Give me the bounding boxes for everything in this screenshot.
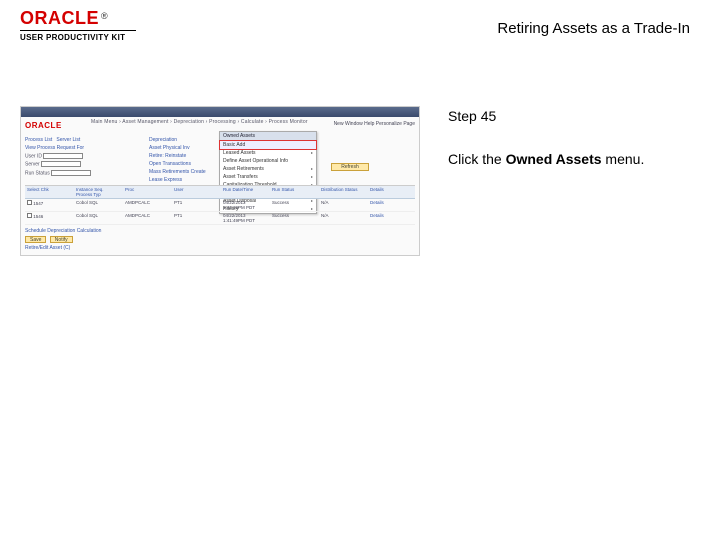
tn-menu-item: Define Asset Operational Info [223, 158, 288, 164]
registered-mark: ® [101, 11, 108, 21]
tn-td: Success [272, 200, 315, 210]
step-label: Step 45 [448, 106, 668, 127]
instruction-text: Click the Owned Assets menu. [448, 149, 668, 170]
tn-req-link: Retire/Edit Asset (C) [25, 245, 101, 251]
page-header: ORACLE® USER PRODUCTIVITY KIT Retiring A… [0, 0, 720, 46]
tn-mid-item: Asset Physical Inv [149, 145, 219, 151]
tn-menu-item: Leased Assets [223, 150, 256, 156]
tn-mid-item: Retire: Reinstate [149, 153, 219, 159]
tn-td: Details [370, 200, 413, 210]
tn-refresh-button: Refresh [331, 163, 369, 171]
instruction-suffix: menu. [602, 151, 645, 167]
tn-server-list: Server List [56, 137, 80, 143]
tn-td: N/A [321, 213, 364, 223]
tn-td: PT1 [174, 200, 217, 210]
tn-th: Select Chk [27, 187, 70, 197]
tn-td: Details [370, 213, 413, 223]
tn-oracle-logo: ORACLE [25, 121, 62, 130]
tn-user-id-label: User ID [25, 153, 42, 159]
tn-td: AMDPCALC [125, 200, 168, 210]
tn-user-input [43, 153, 83, 159]
document-title: Retiring Assets as a Trade-In [497, 8, 700, 37]
tn-mid-item: Mass Retirements Create [149, 169, 219, 175]
screenshot-thumbnail: ORACLE Main Menu › Asset Management › De… [20, 106, 420, 256]
tn-mid-item: Lease Express [149, 177, 219, 183]
tn-td: PT1 [174, 213, 217, 223]
tn-top-links: New Window Help Personalize Page [334, 121, 415, 127]
tn-td: Cobol SQL [76, 213, 119, 223]
tn-td: 04/22/2013 1:43:29PM PDT [223, 200, 266, 210]
tn-th: Instance Seq. Process Typ [76, 187, 119, 197]
tn-th: Details [370, 187, 413, 197]
tn-save-button: Save [25, 236, 46, 243]
tn-th: User [174, 187, 217, 197]
tn-view-req: View Process Request For [25, 145, 145, 151]
tn-td: AMDPCALC [125, 213, 168, 223]
tn-td: Success [272, 213, 315, 223]
tn-mid-item: Open Transactions [149, 161, 219, 167]
logo-block: ORACLE® USER PRODUCTIVITY KIT [20, 8, 136, 42]
tn-results-table: Select Chk Instance Seq. Process Typ Pro… [25, 185, 415, 225]
instruction-prefix: Click the [448, 151, 506, 167]
tn-server-input [41, 161, 81, 167]
tn-sched-link: Schedule Depreciation Calculation [25, 228, 101, 234]
tn-th: Run Date/Time [223, 187, 266, 197]
tn-td: 1547 [33, 201, 43, 206]
tn-process-list: Process List [25, 137, 52, 143]
tn-td: 1546 [33, 214, 43, 219]
tn-menu-item: Asset Retirements [223, 166, 264, 172]
tn-notify-button: Notify [50, 236, 73, 243]
tn-th: Proc [125, 187, 168, 197]
oracle-logo: ORACLE [20, 8, 99, 28]
tn-menu-title: Owned Assets [220, 132, 316, 141]
tn-td: N/A [321, 200, 364, 210]
tn-menu-item: Asset Transfers [223, 174, 258, 180]
tn-breadcrumb: Main Menu › Asset Management › Depreciat… [91, 119, 308, 125]
tn-bottom-bar: Schedule Depreciation Calculation Save N… [25, 228, 101, 251]
tn-menu-item: Basic Add [223, 142, 245, 148]
tn-th: Run Status [272, 187, 315, 197]
instruction-panel: Step 45 Click the Owned Assets menu. [448, 106, 668, 170]
logo-divider [20, 30, 136, 31]
tn-checkbox [27, 213, 32, 218]
tn-left-column: Process List Server List View Process Re… [25, 137, 145, 178]
tn-td: 04/22/2013 1:41:49PM PDT [223, 213, 266, 223]
tn-runstatus-input [51, 170, 91, 176]
tn-th: Distribution Status [321, 187, 364, 197]
tn-server-label: Server [25, 162, 40, 168]
tn-mid-item: Depreciation [149, 137, 219, 143]
tn-runstatus-label: Run Status [25, 170, 50, 176]
tn-checkbox [27, 200, 32, 205]
tn-td: Cobol SQL [76, 200, 119, 210]
product-subline: USER PRODUCTIVITY KIT [20, 33, 136, 42]
tn-topbar [21, 107, 419, 117]
instruction-target: Owned Assets [506, 151, 602, 167]
